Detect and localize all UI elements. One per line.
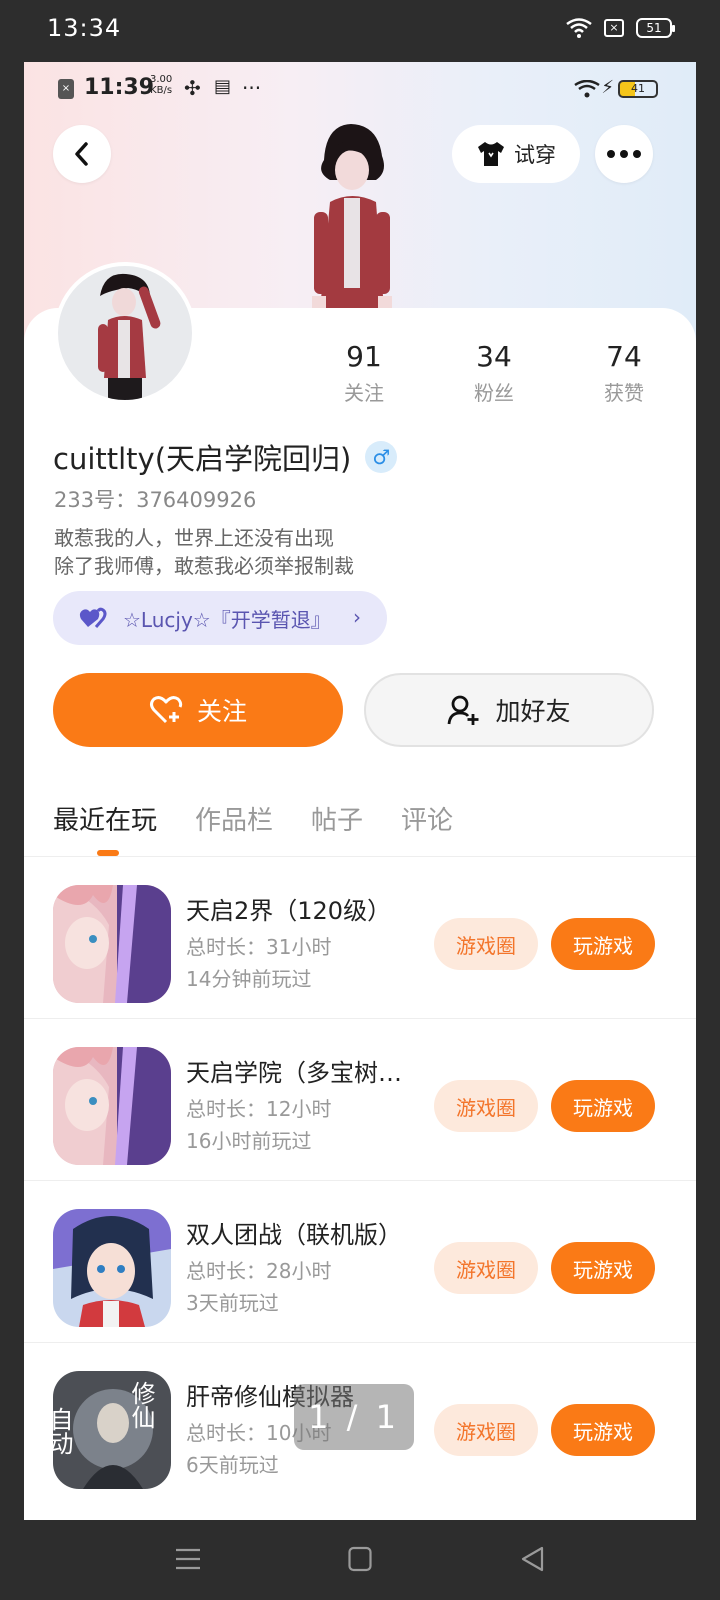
chevron-left-icon bbox=[75, 142, 88, 166]
play-game-button[interactable]: 玩游戏 bbox=[551, 1080, 655, 1132]
game-icon: 自动 修仙 bbox=[53, 1371, 171, 1489]
game-last-played: 14分钟前玩过 bbox=[186, 967, 312, 991]
game-2-artwork bbox=[53, 1047, 171, 1165]
tab-works[interactable]: 作品栏 bbox=[195, 800, 273, 837]
game-title: 天启2界（120级） bbox=[186, 897, 392, 925]
game-icon bbox=[53, 1209, 171, 1327]
user-id: 233号：376409926 bbox=[54, 488, 257, 512]
game-4-icon-text-left: 自动 bbox=[53, 1407, 73, 1455]
game-row[interactable]: 天启2界（120级） 总时长：31小时 14分钟前玩过 游戏圈 玩游戏 bbox=[24, 857, 696, 1019]
profile-stats: 91 关注 34 粉丝 74 获赞 bbox=[314, 340, 674, 406]
profile-tabs: 最近在玩 作品栏 帖子 评论 bbox=[53, 800, 453, 837]
stat-following[interactable]: 91 关注 bbox=[314, 340, 414, 406]
more-options-button[interactable] bbox=[595, 125, 653, 183]
inner-wifi-icon bbox=[574, 80, 600, 98]
male-gender-icon: ♂ bbox=[365, 441, 398, 473]
game-duration: 总时长：28小时 bbox=[186, 1259, 332, 1283]
pinwheel-icon: ✣ bbox=[184, 76, 201, 100]
username-row: cuittlty(天启学院回归) ♂ bbox=[53, 436, 398, 478]
follow-label: 关注 bbox=[196, 697, 247, 726]
back-button[interactable] bbox=[53, 125, 111, 183]
user-bio: 敢惹我的人，世界上还没有出现 除了我师傅，敢惹我必须举报制裁 bbox=[54, 524, 354, 580]
try-on-label: 试穿 bbox=[514, 143, 556, 167]
game-row[interactable]: 双人团战（联机版） 总时长：28小时 3天前玩过 游戏圈 玩游戏 bbox=[24, 1181, 696, 1343]
game-4-icon-text-right: 修仙 bbox=[127, 1381, 155, 1429]
game-last-played: 16小时前玩过 bbox=[186, 1129, 312, 1153]
username: cuittlty(天启学院回归) bbox=[53, 442, 352, 476]
outer-battery-icon: 51 bbox=[636, 18, 675, 38]
outer-status-bar: 13:34 × 51 bbox=[0, 0, 720, 62]
inner-battery-icon: 41 bbox=[618, 80, 658, 98]
double-heart-icon bbox=[79, 607, 107, 628]
game-circle-button[interactable]: 游戏圈 bbox=[434, 1242, 538, 1294]
stat-likes[interactable]: 74 获赞 bbox=[574, 340, 674, 406]
tab-posts[interactable]: 帖子 bbox=[311, 800, 363, 837]
game-duration: 总时长：31小时 bbox=[186, 935, 332, 959]
add-user-icon bbox=[448, 695, 479, 725]
game-icon bbox=[53, 885, 171, 1003]
game-3-artwork bbox=[53, 1209, 171, 1327]
sim-icon: × bbox=[58, 79, 74, 99]
menu-icon[interactable] bbox=[175, 1546, 201, 1572]
play-game-button[interactable]: 玩游戏 bbox=[551, 918, 655, 970]
card-icon: ▤ bbox=[214, 76, 232, 97]
game-icon bbox=[53, 1047, 171, 1165]
game-title: 双人团战（联机版） bbox=[186, 1221, 402, 1249]
app-screen: × 11:39 3.00 KB/s ✣ ▤ ··· ⚡ 41 试穿 91 关注 … bbox=[24, 62, 696, 1520]
game-last-played: 6天前玩过 bbox=[186, 1453, 279, 1477]
bio-line-2: 除了我师傅，敢惹我必须举报制裁 bbox=[54, 554, 354, 578]
play-game-button[interactable]: 玩游戏 bbox=[551, 1404, 655, 1456]
game-title: 天启学院（多宝树… bbox=[186, 1059, 402, 1087]
game-circle-button[interactable]: 游戏圈 bbox=[434, 918, 538, 970]
page-indicator: 1 / 1 bbox=[294, 1384, 414, 1450]
stat-fans[interactable]: 34 粉丝 bbox=[444, 340, 544, 406]
game-1-artwork bbox=[53, 885, 171, 1003]
tab-comments[interactable]: 评论 bbox=[401, 800, 453, 837]
outer-status-icons: × 51 bbox=[566, 18, 675, 38]
notification-x-icon: × bbox=[604, 19, 624, 37]
game-circle-button[interactable]: 游戏圈 bbox=[434, 1080, 538, 1132]
game-circle-button[interactable]: 游戏圈 bbox=[434, 1404, 538, 1456]
outer-clock: 13:34 bbox=[47, 14, 122, 42]
home-square-icon[interactable] bbox=[348, 1546, 372, 1572]
play-game-button[interactable]: 玩游戏 bbox=[551, 1242, 655, 1294]
more-status-icon: ··· bbox=[242, 76, 262, 100]
game-row[interactable]: 天启学院（多宝树… 总时长：12小时 16小时前玩过 游戏圈 玩游戏 bbox=[24, 1019, 696, 1181]
bio-line-1: 敢惹我的人，世界上还没有出现 bbox=[54, 526, 334, 550]
inner-status-bar: × 11:39 3.00 KB/s ✣ ▤ ··· ⚡ 41 bbox=[24, 62, 696, 112]
try-on-button[interactable]: 试穿 bbox=[452, 125, 580, 183]
inner-clock: 11:39 bbox=[84, 75, 155, 100]
back-triangle-icon[interactable] bbox=[520, 1546, 544, 1572]
charging-icon: ⚡ bbox=[601, 77, 614, 98]
wifi-icon bbox=[566, 18, 592, 38]
chevron-right-icon: › bbox=[353, 605, 361, 629]
system-navigation-bar bbox=[0, 1520, 720, 1600]
follow-button[interactable]: 关注 bbox=[53, 673, 343, 747]
guild-badge[interactable]: ☆Lucjy☆『开学暂退』 › bbox=[53, 591, 387, 645]
game-duration: 总时长：12小时 bbox=[186, 1097, 332, 1121]
tshirt-icon bbox=[478, 142, 504, 166]
heart-plus-icon bbox=[149, 696, 183, 724]
more-dots-icon bbox=[607, 150, 641, 158]
game-4-artwork: 自动 修仙 bbox=[53, 1371, 171, 1489]
guild-name: ☆Lucjy☆『开学暂退』 bbox=[123, 607, 331, 632]
tab-recent-play[interactable]: 最近在玩 bbox=[53, 800, 157, 837]
network-speed: 3.00 KB/s bbox=[150, 74, 173, 96]
game-last-played: 3天前玩过 bbox=[186, 1291, 279, 1315]
add-friend-button[interactable]: 加好友 bbox=[364, 673, 654, 747]
add-friend-label: 加好友 bbox=[495, 697, 571, 726]
avatar[interactable] bbox=[54, 262, 196, 404]
